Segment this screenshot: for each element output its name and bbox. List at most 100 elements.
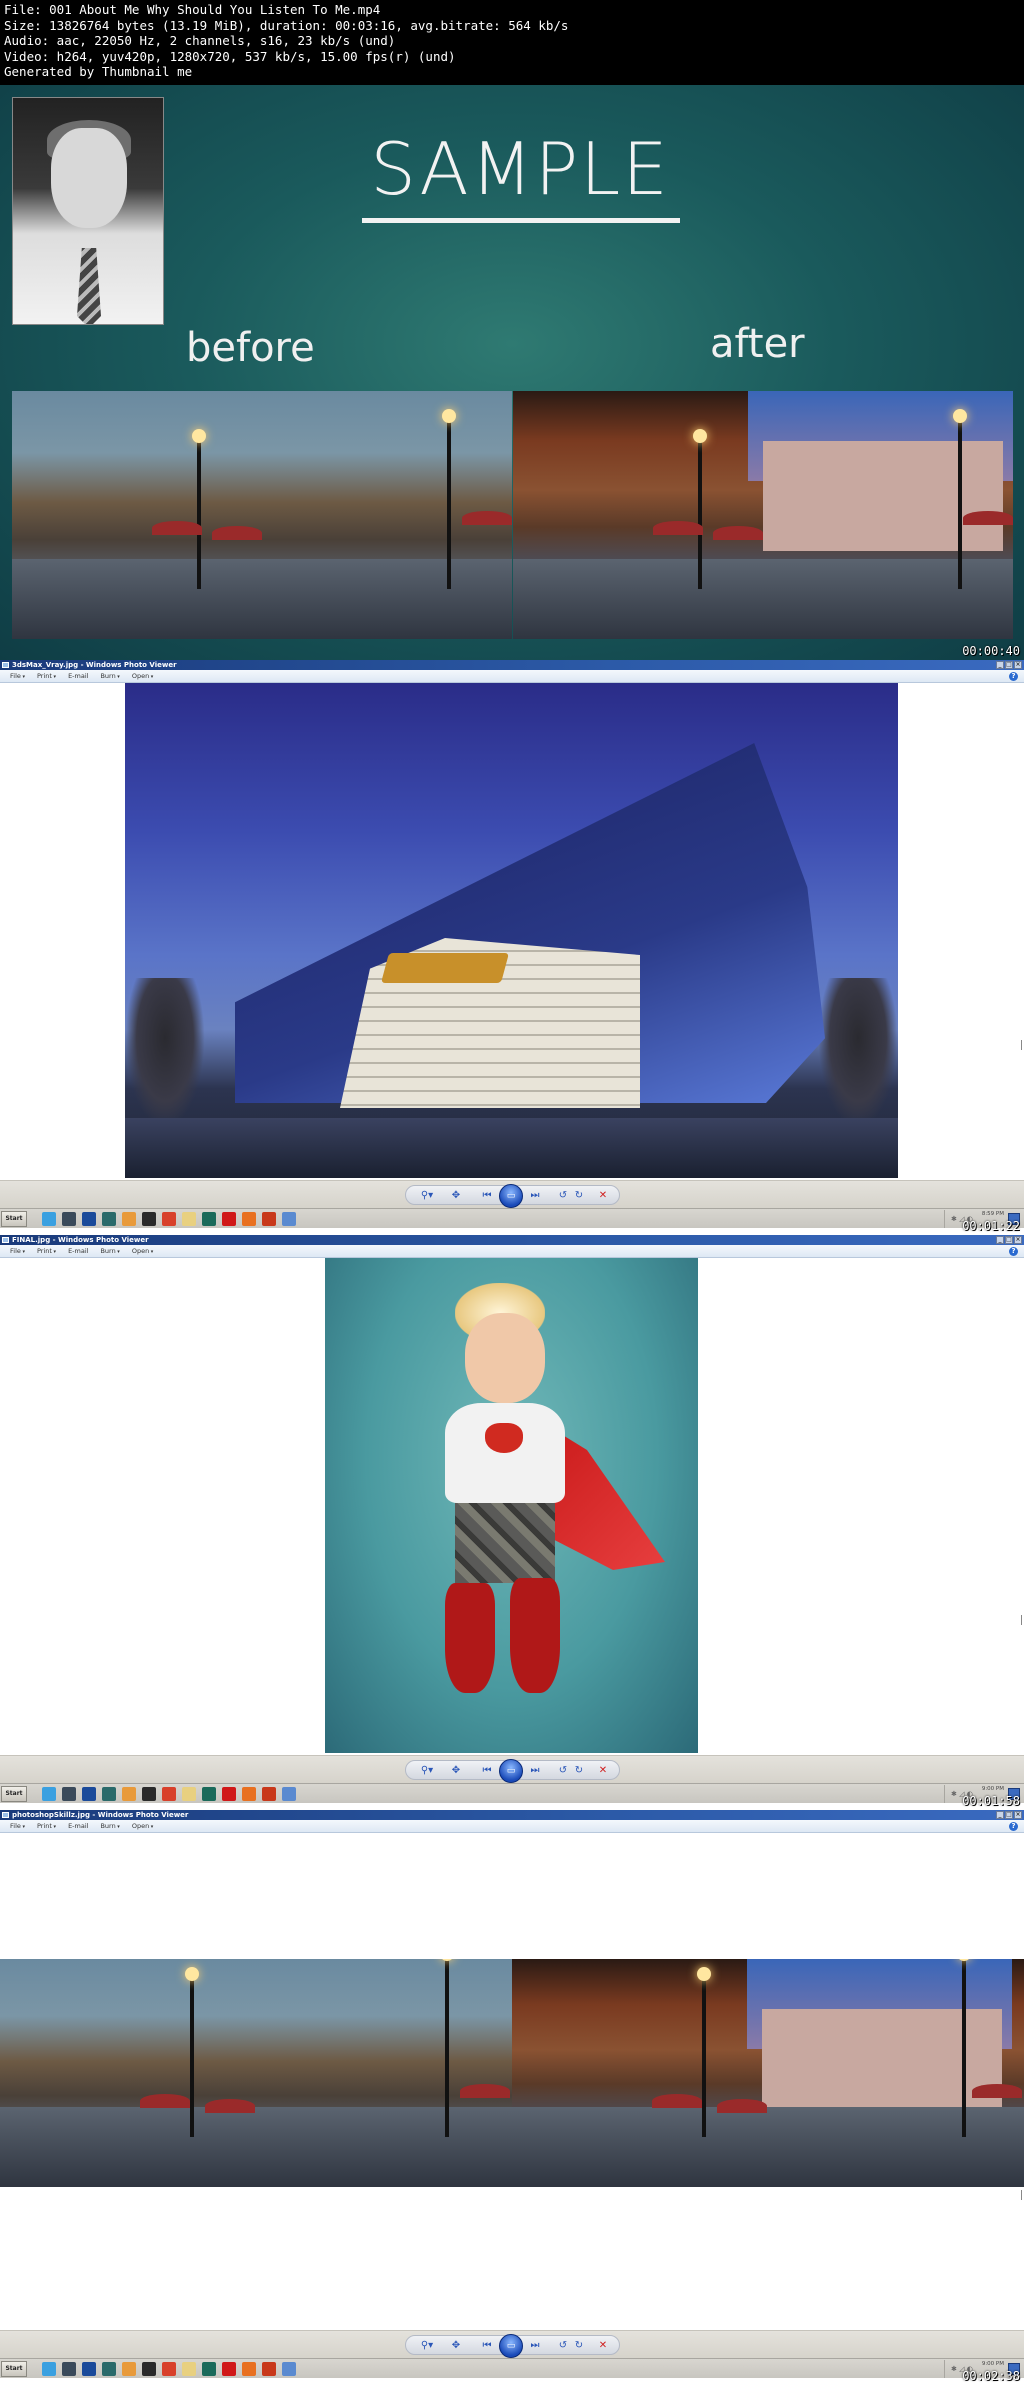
delete-icon[interactable]: ✕ [596, 2338, 610, 2353]
acrobat-icon[interactable] [222, 1787, 236, 1801]
menu-open[interactable]: Open [132, 1820, 153, 1832]
chrome-icon[interactable] [162, 1212, 176, 1226]
rotate-clockwise-icon[interactable]: ↻ [572, 1188, 586, 1203]
slideshow-button[interactable]: ▭ [499, 1184, 523, 1208]
next-button[interactable]: ⏭ [526, 1763, 544, 1778]
fit-window-icon[interactable]: ✥ [448, 2338, 464, 2353]
photo-viewer-icon[interactable] [282, 1787, 296, 1801]
explorer-folder-icon[interactable] [182, 1787, 196, 1801]
menu-e-mail[interactable]: E-mail [68, 670, 88, 682]
media-center-icon[interactable] [62, 1212, 76, 1226]
previous-button[interactable]: ⏮ [478, 1763, 496, 1778]
project-app-icon[interactable] [202, 2362, 216, 2376]
fit-window-icon[interactable]: ✥ [448, 1188, 464, 1203]
ie-icon[interactable] [42, 1212, 56, 1226]
menu-print[interactable]: Print [37, 1245, 56, 1257]
task-check-icon[interactable] [82, 2362, 96, 2376]
task-check-icon[interactable] [82, 1212, 96, 1226]
slideshow-button[interactable]: ▭ [499, 1759, 523, 1783]
next-button[interactable]: ⏭ [526, 2338, 544, 2353]
previous-button[interactable]: ⏮ [478, 2338, 496, 2353]
maya-icon[interactable] [102, 1787, 116, 1801]
acrobat-icon[interactable] [222, 2362, 236, 2376]
menu-print[interactable]: Print [37, 670, 56, 682]
help-icon[interactable]: ? [1009, 1247, 1018, 1256]
zoom-icon[interactable]: ⚲▾ [418, 2338, 436, 2353]
chrome-icon[interactable] [162, 1787, 176, 1801]
rotate-counterclockwise-icon[interactable]: ↺ [556, 1763, 570, 1778]
window-titlebar[interactable]: photoshopSkillz.jpg - Windows Photo View… [0, 1810, 1024, 1820]
start-button[interactable]: Start [1, 2361, 27, 2377]
media-player-icon[interactable] [122, 1212, 136, 1226]
rotate-clockwise-icon[interactable]: ↻ [572, 2338, 586, 2353]
tray-clock[interactable]: 9:00 PM [982, 1786, 1004, 1792]
maximize-button[interactable]: □ [1005, 1236, 1013, 1244]
controls-pill: ⚲▾ ✥ ⏮ ▭ ⏭ ↺ ↻ ✕ [405, 2334, 620, 2358]
minimize-button[interactable]: _ [996, 1811, 1004, 1819]
firefox-icon[interactable] [242, 1212, 256, 1226]
explorer-folder-icon[interactable] [182, 2362, 196, 2376]
menu-burn[interactable]: Burn [100, 1245, 119, 1257]
menu-e-mail[interactable]: E-mail [68, 1245, 88, 1257]
close-button[interactable]: × [1014, 661, 1022, 669]
zoom-icon[interactable]: ⚲▾ [418, 1188, 436, 1203]
rotate-counterclockwise-icon[interactable]: ↺ [556, 2338, 570, 2353]
next-button[interactable]: ⏭ [526, 1188, 544, 1203]
menu-print[interactable]: Print [37, 1820, 56, 1832]
start-button[interactable]: Start [1, 1786, 27, 1802]
close-button[interactable]: × [1014, 1236, 1022, 1244]
powerpoint-icon[interactable] [262, 1787, 276, 1801]
fit-window-icon[interactable]: ✥ [448, 1763, 464, 1778]
3dsmax-icon[interactable] [142, 1787, 156, 1801]
photo-viewer-icon[interactable] [282, 1212, 296, 1226]
menu-burn[interactable]: Burn [100, 1820, 119, 1832]
photo-viewer-icon[interactable] [282, 2362, 296, 2376]
firefox-icon[interactable] [242, 2362, 256, 2376]
project-app-icon[interactable] [202, 1787, 216, 1801]
maya-icon[interactable] [102, 2362, 116, 2376]
acrobat-icon[interactable] [222, 1212, 236, 1226]
menu-e-mail[interactable]: E-mail [68, 1820, 88, 1832]
delete-icon[interactable]: ✕ [596, 1188, 610, 1203]
slideshow-button[interactable]: ▭ [499, 2334, 523, 2358]
menu-open[interactable]: Open [132, 1245, 153, 1257]
tray-clock[interactable]: 8:59 PM [982, 1211, 1004, 1217]
3dsmax-icon[interactable] [142, 2362, 156, 2376]
media-player-icon[interactable] [122, 2362, 136, 2376]
firefox-icon[interactable] [242, 1787, 256, 1801]
close-button[interactable]: × [1014, 1811, 1022, 1819]
help-icon[interactable]: ? [1009, 672, 1018, 681]
maximize-button[interactable]: □ [1005, 1811, 1013, 1819]
tray-clock[interactable]: 9:00 PM [982, 2361, 1004, 2367]
project-app-icon[interactable] [202, 1212, 216, 1226]
minimize-button[interactable]: _ [996, 1236, 1004, 1244]
window-titlebar[interactable]: FINAL.jpg - Windows Photo Viewer _ □ × [0, 1235, 1024, 1245]
menu-open[interactable]: Open [132, 670, 153, 682]
3dsmax-icon[interactable] [142, 1212, 156, 1226]
rotate-counterclockwise-icon[interactable]: ↺ [556, 1188, 570, 1203]
start-button[interactable]: Start [1, 1211, 27, 1227]
minimize-button[interactable]: _ [996, 661, 1004, 669]
menu-file[interactable]: File [10, 1820, 25, 1832]
chrome-icon[interactable] [162, 2362, 176, 2376]
ie-icon[interactable] [42, 1787, 56, 1801]
rotate-clockwise-icon[interactable]: ↻ [572, 1763, 586, 1778]
media-center-icon[interactable] [62, 2362, 76, 2376]
task-check-icon[interactable] [82, 1787, 96, 1801]
media-center-icon[interactable] [62, 1787, 76, 1801]
previous-button[interactable]: ⏮ [478, 1188, 496, 1203]
window-titlebar[interactable]: 3dsMax_Vray.jpg - Windows Photo Viewer _… [0, 660, 1024, 670]
powerpoint-icon[interactable] [262, 1212, 276, 1226]
explorer-folder-icon[interactable] [182, 1212, 196, 1226]
media-player-icon[interactable] [122, 1787, 136, 1801]
menu-file[interactable]: File [10, 1245, 25, 1257]
maximize-button[interactable]: □ [1005, 661, 1013, 669]
menu-file[interactable]: File [10, 670, 25, 682]
zoom-icon[interactable]: ⚲▾ [418, 1763, 436, 1778]
delete-icon[interactable]: ✕ [596, 1763, 610, 1778]
maya-icon[interactable] [102, 1212, 116, 1226]
ie-icon[interactable] [42, 2362, 56, 2376]
help-icon[interactable]: ? [1009, 1822, 1018, 1831]
menu-burn[interactable]: Burn [100, 670, 119, 682]
powerpoint-icon[interactable] [262, 2362, 276, 2376]
